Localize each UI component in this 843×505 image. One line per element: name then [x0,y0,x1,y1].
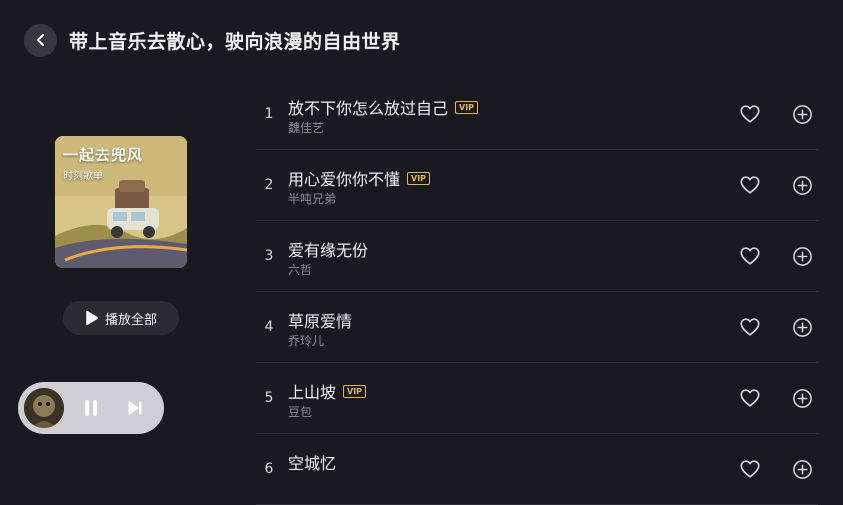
now-playing-artwork[interactable] [24,388,64,428]
song-artist: 魏佳艺 [288,121,325,135]
chevron-left-icon [36,34,44,46]
song-title: 上山坡 [288,383,337,402]
song-row[interactable]: 6 空城忆 [256,434,818,505]
song-title: 爱有缘无份 [288,241,369,260]
next-button[interactable] [120,393,150,423]
song-title-group: 用心爱你你不懂 VIP [288,166,431,190]
back-button[interactable] [24,23,57,57]
song-row[interactable]: 3 爱有缘无份六哲 [256,221,818,292]
like-button[interactable] [739,316,761,338]
like-button[interactable] [739,387,761,409]
page-title: 带上音乐去散心，驶向浪漫的自由世界 [69,30,401,53]
song-list: 1 放不下你怎么放过自己 VIP 魏佳艺 2 用心爱你你不懂 VIP 半吨兄弟 3 爱有缘无份六哲… [256,79,818,505]
vip-badge: VIP [407,171,431,185]
song-artist: 豆包 [288,405,313,419]
song-number: 4 [264,319,274,335]
skip-next-icon [128,400,142,416]
play-all-button[interactable]: 播放全部 [63,301,179,335]
song-title: 用心爱你你不懂 [288,170,401,189]
song-row[interactable]: 4 草原爱情乔玲儿 [256,292,818,363]
playlist-cover[interactable]: 一起去兜风 时刻歌单 [55,136,187,268]
song-row[interactable]: 1 放不下你怎么放过自己 VIP 魏佳艺 [256,79,818,150]
vip-badge: VIP [455,100,479,114]
plus-circle-icon [793,176,812,195]
song-number: 1 [264,106,274,122]
header: 带上音乐去散心，驶向浪漫的自由世界 [24,22,401,58]
heart-icon [740,389,760,407]
plus-circle-icon [793,105,812,124]
like-button[interactable] [739,458,761,480]
pause-icon [85,400,97,416]
add-to-playlist-button[interactable] [792,246,813,267]
song-artist: 六哲 [288,263,313,277]
song-number: 5 [264,390,274,406]
song-number: 6 [264,461,274,477]
plus-circle-icon [793,460,812,479]
cover-subtitle: 时刻歌单 [63,171,103,182]
play-all-label: 播放全部 [104,312,157,328]
song-title-group: 放不下你怎么放过自己 VIP [288,95,479,119]
heart-icon [740,318,760,336]
vip-badge: VIP [343,384,367,398]
heart-icon [740,105,760,123]
add-to-playlist-button[interactable] [792,104,813,125]
song-number: 2 [264,177,274,193]
cover-title: 一起去兜风 [63,146,144,164]
pause-button[interactable] [76,393,106,423]
like-button[interactable] [739,174,761,196]
add-to-playlist-button[interactable] [792,388,813,409]
like-button[interactable] [739,103,761,125]
plus-circle-icon [793,247,812,266]
song-title-group: 空城忆 [288,450,336,474]
heart-icon [740,247,760,265]
plus-circle-icon [793,389,812,408]
song-title: 放不下你怎么放过自己 [288,99,449,118]
artwork-image [24,388,64,428]
heart-icon [740,460,760,478]
song-title: 空城忆 [288,454,337,473]
song-artist: 半吨兄弟 [288,192,337,206]
add-to-playlist-button[interactable] [792,317,813,338]
play-icon [86,310,99,326]
heart-icon [740,176,760,194]
add-to-playlist-button[interactable] [792,459,813,480]
add-to-playlist-button[interactable] [792,175,813,196]
song-row[interactable]: 2 用心爱你你不懂 VIP 半吨兄弟 [256,150,818,221]
mini-player[interactable] [18,382,164,434]
plus-circle-icon [793,318,812,337]
song-title-group: 上山坡 VIP [288,379,367,403]
song-artist: 乔玲儿 [288,334,325,348]
song-title-group: 草原爱情 [288,308,352,332]
like-button[interactable] [739,245,761,267]
song-row[interactable]: 5 上山坡 VIP 豆包 [256,363,818,434]
song-title: 草原爱情 [288,312,353,331]
song-number: 3 [264,248,274,264]
song-title-group: 爱有缘无份 [288,237,368,261]
